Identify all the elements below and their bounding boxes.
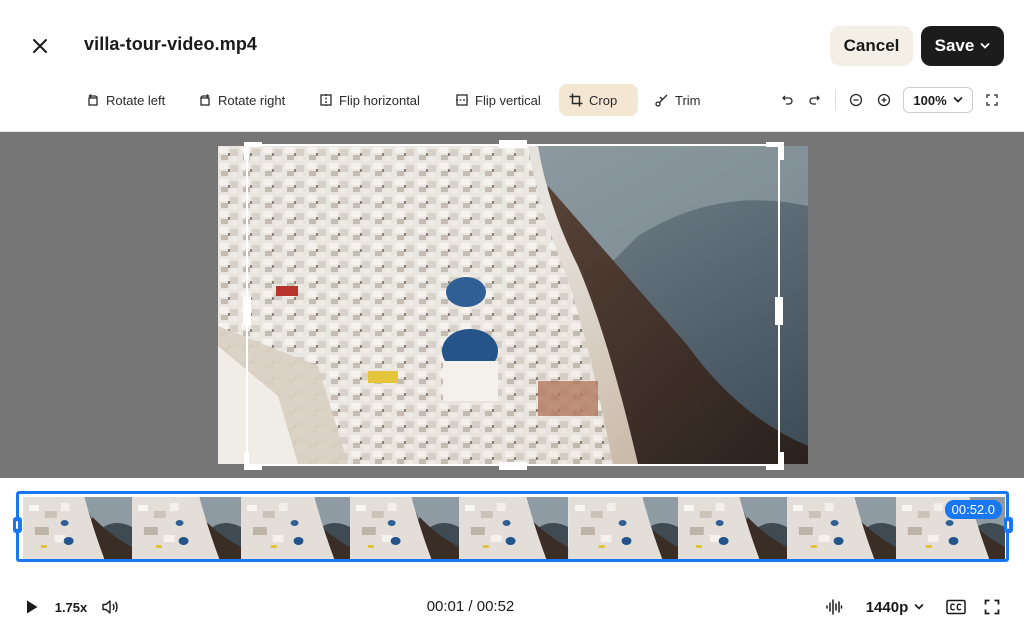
zoom-level-value: 100% bbox=[913, 92, 947, 108]
save-button[interactable]: Save bbox=[921, 26, 1004, 66]
timeline-frame bbox=[459, 497, 569, 559]
timeline-frames bbox=[23, 497, 1005, 559]
flip-vertical-icon bbox=[456, 94, 468, 106]
timeline-frame bbox=[677, 497, 787, 559]
cancel-button[interactable]: Cancel bbox=[830, 26, 913, 66]
timeline-frame bbox=[350, 497, 460, 559]
rotate-right-button[interactable]: Rotate right bbox=[188, 84, 295, 116]
trim-button[interactable]: Trim bbox=[645, 84, 711, 116]
crop-handle-left[interactable] bbox=[243, 297, 251, 325]
audio-waveform-icon[interactable] bbox=[823, 595, 845, 619]
crop-label: Crop bbox=[589, 92, 618, 108]
zoom-level-select[interactable]: 100% bbox=[903, 87, 973, 113]
trim-icon bbox=[655, 94, 668, 107]
rotate-left-icon bbox=[88, 94, 98, 106]
timeline-frame bbox=[786, 497, 896, 559]
video-stage bbox=[0, 132, 1024, 478]
timeline-frame bbox=[568, 497, 678, 559]
editor-header: villa-tour-video.mp4 Cancel Save bbox=[0, 0, 1024, 92]
crop-handle-top-left[interactable] bbox=[244, 142, 262, 160]
save-button-label: Save bbox=[934, 36, 975, 55]
timeline-frame bbox=[132, 497, 242, 559]
video-preview bbox=[218, 146, 808, 464]
flip-vertical-label: Flip vertical bbox=[475, 92, 541, 108]
rotate-left-button[interactable]: Rotate left bbox=[76, 84, 175, 116]
crop-handle-bottom[interactable] bbox=[499, 462, 527, 470]
timeline-frame bbox=[23, 497, 133, 559]
crop-icon bbox=[569, 93, 583, 107]
chevron-down-icon bbox=[953, 97, 962, 103]
flip-horizontal-button[interactable]: Flip horizontal bbox=[309, 84, 430, 116]
player-controls: 1.75x 00:01 / 00:52 1440p bbox=[0, 590, 1024, 624]
edit-toolbar: Rotate left Rotate right Flip horizontal… bbox=[0, 84, 1024, 116]
timeline-duration-badge: 00:52.0 bbox=[944, 500, 1002, 519]
captions-icon[interactable] bbox=[944, 595, 968, 619]
file-name-title: villa-tour-video.mp4 bbox=[84, 34, 258, 54]
close-icon[interactable] bbox=[28, 34, 52, 58]
zoom-out-icon[interactable] bbox=[844, 88, 868, 112]
rotate-right-label: Rotate right bbox=[218, 92, 286, 108]
crop-handle-bottom-right[interactable] bbox=[766, 452, 784, 470]
rotate-left-label: Rotate left bbox=[106, 92, 166, 108]
chevron-down-icon bbox=[980, 43, 990, 49]
redo-icon[interactable] bbox=[803, 88, 827, 112]
toolbar-divider bbox=[835, 90, 836, 110]
timecode: 00:01 / 00:52 bbox=[426, 598, 515, 615]
flip-horizontal-label: Flip horizontal bbox=[339, 92, 420, 108]
fullscreen-icon[interactable] bbox=[981, 595, 1003, 619]
crop-handle-top[interactable] bbox=[499, 140, 527, 148]
timeline-frame bbox=[241, 497, 351, 559]
timeline-start-handle[interactable] bbox=[13, 517, 22, 533]
zoom-in-icon[interactable] bbox=[872, 88, 896, 112]
undo-icon[interactable] bbox=[775, 88, 799, 112]
crop-handle-top-right[interactable] bbox=[766, 142, 784, 160]
timeline-end-handle[interactable] bbox=[1004, 517, 1013, 533]
chevron-down-icon bbox=[914, 604, 924, 610]
quality-select[interactable]: 1440p bbox=[860, 595, 930, 619]
rotate-right-icon bbox=[200, 94, 210, 106]
crop-handle-bottom-left[interactable] bbox=[244, 452, 262, 470]
crop-button[interactable]: Crop bbox=[559, 84, 638, 116]
flip-horizontal-icon bbox=[320, 94, 332, 106]
fit-screen-icon[interactable] bbox=[980, 88, 1004, 112]
trim-label: Trim bbox=[675, 92, 701, 108]
quality-value: 1440p bbox=[865, 598, 909, 616]
flip-vertical-button[interactable]: Flip vertical bbox=[445, 84, 551, 116]
crop-handle-right[interactable] bbox=[775, 297, 783, 325]
trim-timeline[interactable]: 00:52.0 bbox=[16, 491, 1009, 562]
